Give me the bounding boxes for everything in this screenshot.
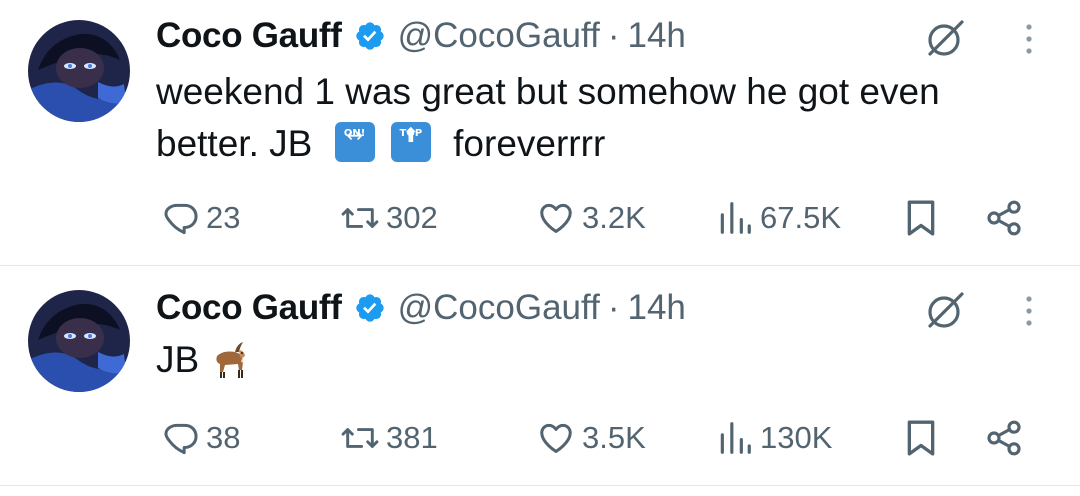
verified-badge-icon: [354, 20, 386, 52]
tweet-text-line: better. JB ↔ ON! ⬆ TOP foreverrrr: [156, 118, 1036, 170]
share-button[interactable]: [984, 194, 1024, 242]
like-count: 3.2K: [582, 200, 646, 235]
repost-count: 302: [386, 200, 438, 235]
tweet-text-segment: better. JB: [156, 123, 313, 164]
verified-badge-icon: [354, 292, 386, 324]
bookmark-icon: [904, 198, 938, 238]
more-dots-icon[interactable]: [1022, 294, 1036, 328]
share-icon: [984, 418, 1024, 458]
reply-icon: [162, 419, 200, 457]
timestamp[interactable]: 14h: [627, 288, 685, 328]
bookmark-icon: [904, 418, 938, 458]
heart-icon: [536, 199, 576, 237]
author-handle[interactable]: @CocoGauff: [398, 16, 600, 56]
tweet-text: JB: [156, 334, 1036, 386]
author-name[interactable]: Coco Gauff: [156, 288, 342, 328]
like-count: 3.5K: [582, 420, 646, 455]
share-button[interactable]: [984, 414, 1024, 462]
views-icon: [716, 199, 754, 237]
on-arrow-emoji: ↔ ON!: [334, 122, 375, 162]
reply-button[interactable]: 38: [162, 414, 240, 462]
like-button[interactable]: 3.2K: [536, 194, 646, 242]
emoji-label: TOP: [399, 128, 423, 139]
tweet[interactable]: Coco Gauff @CocoGauff · 14h weekend 1 wa…: [0, 0, 1080, 266]
grok-icon[interactable]: [924, 288, 968, 332]
grok-icon[interactable]: [924, 16, 968, 60]
avatar[interactable]: [28, 20, 130, 122]
reply-count: 23: [206, 200, 241, 235]
reply-button[interactable]: 23: [162, 194, 240, 242]
tweet-actions: 23 302 3.2K 67.5K: [0, 194, 1080, 242]
repost-button[interactable]: 302: [340, 194, 438, 242]
tweet[interactable]: Coco Gauff @CocoGauff · 14h JB 38 381 3.…: [0, 266, 1080, 486]
emoji-label: ON!: [343, 128, 366, 139]
separator: ·: [607, 288, 620, 327]
tweet-actions: 38 381 3.5K 130K: [0, 414, 1080, 462]
more-dots-icon[interactable]: [1022, 22, 1036, 56]
avatar[interactable]: [28, 290, 130, 392]
like-button[interactable]: 3.5K: [536, 414, 646, 462]
heart-icon: [536, 419, 576, 457]
views-button[interactable]: 130K: [716, 414, 832, 462]
author-name[interactable]: Coco Gauff: [156, 16, 342, 56]
views-button[interactable]: 67.5K: [716, 194, 841, 242]
views-count: 130K: [760, 420, 833, 455]
goat-emoji: [209, 338, 249, 382]
author-handle[interactable]: @CocoGauff: [398, 288, 600, 328]
repost-count: 381: [386, 420, 438, 455]
tweet-header: Coco Gauff @CocoGauff · 14h: [156, 16, 686, 56]
tweet-text-segment: JB: [156, 339, 200, 380]
reply-count: 38: [206, 420, 241, 455]
tweet-text: weekend 1 was great but somehow he got e…: [156, 66, 1036, 170]
repost-icon: [340, 199, 380, 237]
separator: ·: [607, 16, 620, 55]
tweet-text-line: weekend 1 was great but somehow he got e…: [156, 71, 940, 112]
top-arrow-emoji: ⬆ TOP: [390, 122, 431, 162]
tweet-text-segment: foreverrrr: [453, 123, 606, 164]
views-icon: [716, 419, 754, 457]
share-icon: [984, 198, 1024, 238]
tweet-header: Coco Gauff @CocoGauff · 14h: [156, 288, 686, 328]
bookmark-button[interactable]: [904, 414, 938, 462]
reply-icon: [162, 199, 200, 237]
views-count: 67.5K: [760, 200, 842, 235]
repost-icon: [340, 419, 380, 457]
repost-button[interactable]: 381: [340, 414, 438, 462]
timestamp[interactable]: 14h: [627, 16, 685, 56]
bookmark-button[interactable]: [904, 194, 938, 242]
